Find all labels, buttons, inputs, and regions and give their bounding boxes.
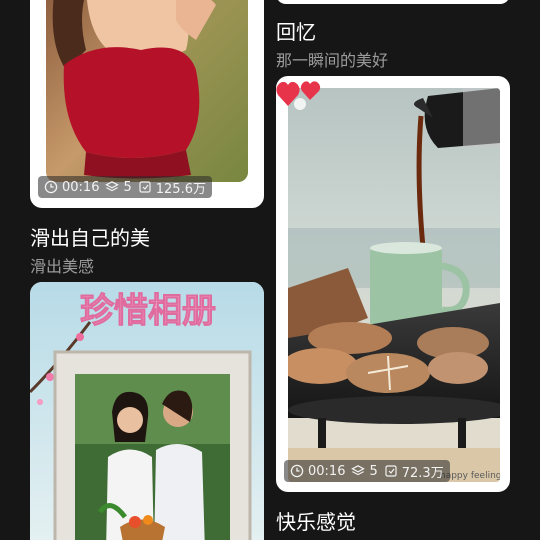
layers-icon: [351, 465, 366, 476]
template-subtitle: 那一瞬间的美好: [276, 51, 389, 70]
template-card-top-edge[interactable]: [276, 0, 510, 4]
album-overlay-title: 珍惜相册: [80, 291, 216, 331]
layers-count: 5: [123, 179, 132, 195]
layers: 5: [105, 179, 132, 195]
use-count-icon: [385, 465, 397, 477]
uses-count: 125.6万: [155, 181, 206, 197]
uses: 125.6万: [138, 178, 206, 197]
clock-icon: [44, 180, 58, 194]
layers-count: 5: [369, 463, 378, 479]
template-thumbnail: happy feeling: [288, 88, 500, 482]
template-title[interactable]: 快乐感觉: [276, 506, 356, 535]
template-title[interactable]: 回忆: [276, 16, 316, 45]
clock-icon: [290, 464, 304, 478]
template-card-photo-album[interactable]: 珍惜相册: [30, 282, 264, 540]
template-card-coffee[interactable]: happy feeling 00:16 5 72.3万: [276, 76, 510, 492]
duration: 00:16: [290, 464, 345, 479]
template-card-woman-red-top[interactable]: 00:16 5 125.6万: [30, 0, 264, 208]
thumbnail-image-coffee: happy feeling: [288, 88, 500, 482]
thumbnail-image-photo-album: 珍惜相册: [30, 282, 264, 540]
template-meta-bar: 00:16 5 72.3万: [284, 460, 450, 482]
heart-icon: [276, 81, 321, 110]
uses-count: 72.3万: [401, 465, 444, 481]
duration: 00:16: [44, 180, 99, 195]
duration-text: 00:16: [62, 179, 100, 195]
layers: 5: [351, 463, 378, 479]
template-thumbnail: [46, 0, 248, 182]
uses: 72.3万: [384, 462, 444, 481]
layers-icon: [105, 181, 120, 192]
thumbnail-image-woman: [46, 0, 248, 182]
template-title[interactable]: 滑出自己的美: [30, 222, 150, 251]
duration-text: 00:16: [308, 463, 346, 479]
template-subtitle: 滑出美感: [30, 257, 95, 276]
use-count-icon: [139, 181, 151, 193]
template-meta-bar: 00:16 5 125.6万: [38, 176, 212, 198]
